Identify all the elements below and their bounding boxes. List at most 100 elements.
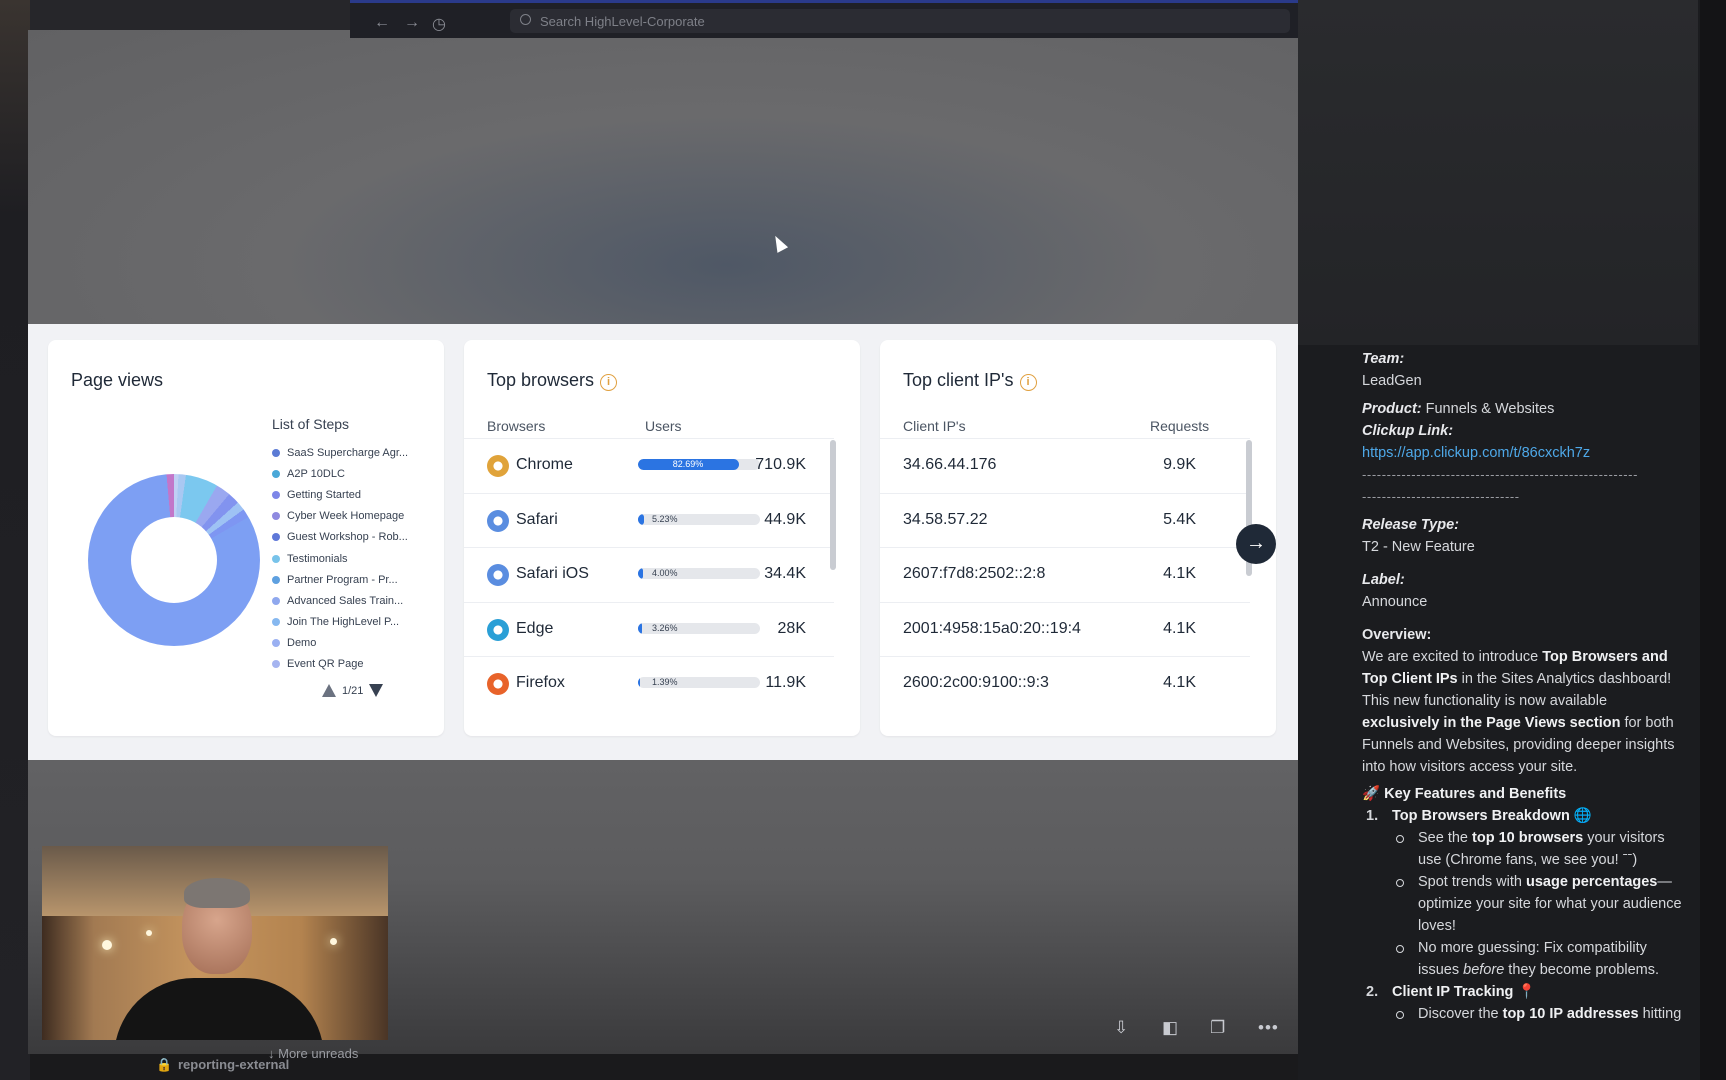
request-count: 4.1K: [1163, 674, 1196, 691]
page-views-title: Page views: [71, 370, 164, 390]
side-panel-icon[interactable]: ◧: [1162, 1018, 1178, 1038]
team-label: Team:: [1362, 351, 1405, 367]
browser-name: Safari iOS: [516, 565, 589, 582]
browser-row: Edge 3.26% 28K: [464, 601, 834, 657]
forward-arrow-icon[interactable]: →: [404, 14, 420, 32]
label-value: Announce: [1362, 594, 1428, 610]
legend-item[interactable]: Demo: [272, 633, 408, 654]
features-heading: 🚀 Key Features and Benefits: [1362, 783, 1682, 805]
col-browsers: Browsers: [487, 418, 546, 434]
usage-percent: 1.39%: [652, 677, 678, 687]
legend-dot-icon: [272, 490, 280, 499]
ceiling-light-icon: [146, 930, 152, 936]
browser-name: Edge: [516, 619, 554, 637]
legend-item[interactable]: Event QR Page: [272, 654, 408, 675]
overview-text: We are excited to introduce Top Browsers…: [1362, 646, 1682, 778]
window-left-bg: [0, 0, 30, 1080]
browser-name: Safari: [516, 510, 558, 528]
legend-label: A2P 10DLC: [287, 467, 345, 480]
legend-dot-icon: [272, 596, 280, 605]
client-ip: 2607:f7d8:2502::2:8: [903, 565, 1046, 582]
more-unreads-label: More unreads: [278, 1046, 359, 1061]
browser-list-scrollbar[interactable]: [830, 440, 836, 570]
feature-item: 1. Top Browsers Breakdown 🌐: [1362, 805, 1682, 827]
legend-item[interactable]: SaaS Supercharge Agr...: [272, 442, 408, 463]
legend-dot-icon: [272, 618, 280, 627]
top-browsers-title-text: Top browsers: [487, 370, 595, 390]
usage-bar: 3.26%: [638, 622, 760, 634]
firefox-icon: [487, 673, 509, 695]
ip-row: 2600:2c00:9100::9:3 4.1K: [880, 656, 1250, 711]
legend-item[interactable]: Cyber Week Homepage: [272, 506, 408, 527]
bullet-part: they become problems.: [1504, 962, 1660, 978]
ceiling-light-icon: [330, 938, 337, 945]
legend-dot-icon: [272, 469, 280, 478]
person-body: [114, 978, 324, 1040]
legend-item[interactable]: Join The HighLevel P...: [272, 612, 408, 633]
top-ips-card: Top client IP's i Client IP's Requests 34…: [880, 340, 1276, 736]
user-count: 710.9K: [755, 456, 806, 473]
more-unreads-button[interactable]: ↓ More unreads: [268, 1046, 358, 1061]
bullet-italic: before: [1463, 962, 1505, 978]
usage-bar: 5.23%: [638, 513, 760, 525]
download-cloud-icon[interactable]: ⇩: [1114, 1018, 1128, 1038]
ip-row: 2607:f7d8:2502::2:8 4.1K: [880, 547, 1250, 602]
legend-item[interactable]: Getting Started: [272, 484, 408, 505]
clickup-link[interactable]: https://app.clickup.com/t/86cxckh7z: [1362, 445, 1590, 461]
legend-item[interactable]: Advanced Sales Train...: [272, 590, 408, 611]
client-ip: 34.66.44.176: [903, 456, 997, 473]
bullet-bold: usage percentages: [1526, 874, 1658, 890]
release-type-value: T2 - New Feature: [1362, 539, 1475, 555]
ip-list: 34.66.44.176 9.9K 34.58.57.22 5.4K 2607:f7d8…: [880, 438, 1276, 712]
search-input[interactable]: Search HighLevel-Corporate: [510, 9, 1290, 33]
bullet-part: ˉˉ): [1622, 852, 1638, 868]
usage-percent: 82.69%: [672, 459, 704, 469]
bullet-part: See the: [1418, 830, 1473, 846]
message-panel-blurred-header: [1298, 0, 1698, 345]
info-icon[interactable]: i: [600, 374, 618, 391]
rocket-icon: 🚀: [1362, 786, 1381, 802]
request-count: 5.4K: [1163, 510, 1196, 528]
browser-name: Chrome: [516, 456, 573, 473]
usage-bar: 82.69%: [638, 459, 760, 470]
legend-item[interactable]: Partner Program - Pr...: [272, 569, 408, 590]
history-icon[interactable]: ◷: [432, 14, 446, 34]
top-browsers-title: Top browsers i: [487, 370, 618, 391]
edge-icon: [487, 618, 509, 641]
legend-label: Partner Program - Pr...: [287, 573, 398, 586]
request-count: 4.1K: [1163, 565, 1196, 582]
legend-item[interactable]: Guest Workshop - Rob...: [272, 527, 408, 548]
legend-item[interactable]: Testimonials: [272, 548, 408, 569]
ip-row: 2001:4958:15a0:20::19:4 4.1K: [880, 601, 1250, 657]
copy-window-icon[interactable]: ❐: [1210, 1018, 1225, 1038]
clickup-label: Clickup Link:: [1362, 423, 1454, 439]
bullet-item: Spot trends with usage percentages—optim…: [1362, 871, 1682, 937]
usage-bar: 4.00%: [638, 568, 760, 579]
pager-down-icon[interactable]: [369, 684, 384, 697]
pager-label: 1/21: [342, 684, 364, 697]
legend-label: Event QR Page: [287, 658, 364, 671]
next-arrow-button[interactable]: →: [1236, 524, 1276, 564]
usage-bar: 1.39%: [638, 677, 760, 688]
back-arrow-icon[interactable]: ←: [374, 14, 390, 32]
info-icon[interactable]: i: [1019, 374, 1037, 391]
legend-dot-icon: [272, 554, 280, 563]
client-ip: 2600:2c00:9100::9:3: [903, 674, 1049, 691]
browser-list: Chrome 82.69% 710.9K Safari 5.23% 44.9K Safari…: [464, 438, 860, 712]
safari-icon: [487, 509, 509, 532]
overview-part: We are excited to introduce: [1362, 649, 1543, 665]
user-count: 11.9K: [765, 674, 806, 691]
legend-label: Getting Started: [287, 488, 361, 501]
side-strip: [1700, 0, 1726, 1080]
legend-pager: 1/21: [322, 684, 384, 697]
legend-dot-icon: [272, 639, 280, 648]
legend-label: Guest Workshop - Rob...: [287, 531, 408, 544]
shared-screen: Page views List of Steps SaaS Supercharg…: [28, 324, 1298, 760]
legend-item[interactable]: A2P 10DLC: [272, 463, 408, 484]
bullet-bold: top 10 IP addresses: [1502, 1006, 1639, 1022]
more-options-icon[interactable]: •••: [1258, 1018, 1279, 1038]
release-notes: Team: LeadGen Product: Funnels & Website…: [1362, 348, 1682, 1025]
pager-up-icon[interactable]: [322, 684, 336, 697]
page-views-donut-chart[interactable]: [88, 474, 260, 646]
browser-row: Safari 5.23% 44.9K: [464, 492, 834, 548]
